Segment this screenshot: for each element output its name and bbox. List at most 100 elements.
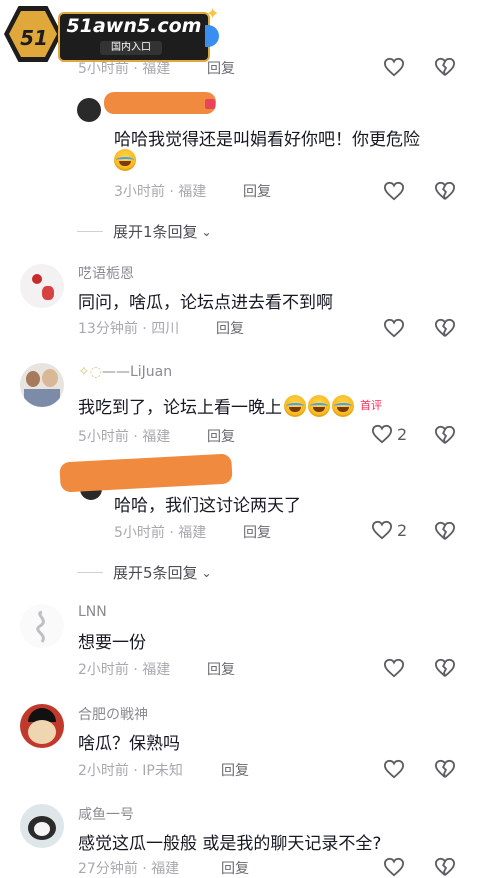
expand-label: 展开5条回复 <box>113 564 198 582</box>
broken-heart-icon <box>434 857 456 876</box>
comment-text: 同问，啥瓜，论坛点进去看不到啊 <box>78 293 333 313</box>
comment-time: 5小时前 <box>78 429 129 445</box>
reply-button[interactable]: 回复 <box>207 426 235 446</box>
heart-icon <box>383 759 405 779</box>
comment-location: IP未知 <box>142 763 183 779</box>
comment-time: 3小时前 <box>114 184 165 200</box>
comment-meta: 5小时前 · 福建 <box>114 525 207 541</box>
dislike-button[interactable] <box>434 318 456 338</box>
redacted-name <box>59 453 233 493</box>
avatar[interactable] <box>20 363 64 407</box>
emoji-laugh-cry <box>284 395 306 417</box>
logo-entry-label: 国内入口 <box>100 41 162 55</box>
comment-time: 27分钟前 <box>78 861 138 877</box>
heart-icon <box>383 318 405 338</box>
chevron-down-icon: ⌄ <box>201 565 212 580</box>
comment-location: 福建 <box>178 525 207 541</box>
first-comment-badge: 首评 <box>360 399 382 412</box>
comment-text: 哈哈，我们这讨论两天了 <box>114 496 301 516</box>
broken-heart-icon <box>434 425 456 444</box>
like-button[interactable] <box>383 57 405 77</box>
divider <box>77 572 103 573</box>
redacted-name <box>104 92 216 114</box>
avatar[interactable] <box>20 604 64 648</box>
heart-icon <box>383 857 405 877</box>
comment-meta: 2小时前 · 福建 <box>78 662 171 678</box>
broken-heart-icon <box>434 759 456 778</box>
dislike-button[interactable] <box>434 181 456 201</box>
comment-text: 哈哈我觉得还是叫娟看好你吧！你更危险 <box>114 130 420 150</box>
expand-replies-button[interactable]: 展开5条回复 ⌄ <box>77 562 212 583</box>
like-button[interactable]: 2 <box>371 520 407 540</box>
comment-text: 想要一份 <box>78 633 146 653</box>
redact-accent <box>205 99 215 109</box>
reply-button[interactable]: 回复 <box>207 659 235 679</box>
commenter-name[interactable]: 咸鱼一号 <box>78 804 134 824</box>
logo-badge-number: 51 <box>20 26 48 50</box>
reply-button[interactable]: 回复 <box>221 858 249 878</box>
like-button[interactable] <box>383 857 405 877</box>
broken-heart-icon <box>434 658 456 677</box>
expand-replies-button[interactable]: 展开1条回复 ⌄ <box>77 221 212 242</box>
like-button[interactable] <box>383 658 405 678</box>
comment-time: 5小时前 <box>78 61 129 77</box>
reply-button[interactable]: 回复 <box>243 522 271 542</box>
like-button[interactable] <box>383 759 405 779</box>
emoji-laugh-cry <box>308 395 330 417</box>
decor-icon: ✧◌ <box>78 364 102 380</box>
reply-button[interactable]: 回复 <box>207 58 235 78</box>
heart-icon <box>383 658 405 678</box>
comment-location: 福建 <box>151 861 180 877</box>
dislike-button[interactable] <box>434 857 456 877</box>
comment-meta: 13分钟前 · 四川 <box>78 321 180 337</box>
dislike-button[interactable] <box>434 759 456 779</box>
comment-text: 我吃到了，论坛上看一晚上 首评 <box>78 393 382 418</box>
dislike-button[interactable] <box>434 57 456 77</box>
emoji-laugh-cry <box>332 395 354 417</box>
commenter-name[interactable]: 呓语栀恩 <box>78 263 134 283</box>
commenter-name[interactable]: ✧◌——LiJuan <box>78 364 172 380</box>
comment-time: 2小时前 <box>78 763 129 779</box>
comment-meta: 2小时前 · IP未知 <box>78 763 183 779</box>
reply-button[interactable]: 回复 <box>221 760 249 780</box>
snake-avatar-icon <box>36 610 45 643</box>
comment-meta: 3小时前 · 福建 <box>114 184 207 200</box>
comment-text: 感觉这瓜一般般 或是我的聊天记录不全? <box>78 834 382 854</box>
comment-time: 13分钟前 <box>78 321 138 337</box>
dislike-button[interactable] <box>434 658 456 678</box>
avatar[interactable] <box>20 704 64 748</box>
broken-heart-icon <box>434 57 456 76</box>
broken-heart-icon <box>434 181 456 200</box>
emoji-laugh-cry <box>112 149 136 171</box>
comment-location: 四川 <box>151 321 180 337</box>
like-count: 2 <box>397 520 408 540</box>
comment-time: 2小时前 <box>78 662 129 678</box>
site-logo[interactable]: 51 51awn5.com 国内入口 ✦ <box>0 0 220 66</box>
heart-icon <box>383 181 405 201</box>
like-button[interactable] <box>383 181 405 201</box>
avatar[interactable] <box>20 264 64 308</box>
comment-location: 福建 <box>178 184 207 200</box>
reply-button[interactable]: 回复 <box>243 181 271 201</box>
like-count: 2 <box>397 424 408 444</box>
avatar[interactable] <box>77 98 101 122</box>
broken-heart-icon <box>434 318 456 337</box>
like-button[interactable]: 2 <box>371 424 407 444</box>
commenter-name[interactable]: 合肥の戦神 <box>78 704 148 724</box>
commenter-name[interactable]: LNN <box>78 604 107 620</box>
comment-meta: 5小时前 · 福建 <box>78 429 171 445</box>
broken-heart-icon <box>434 521 456 540</box>
heart-icon <box>383 57 405 77</box>
logo-site-name: 51awn5.com <box>66 15 202 37</box>
dislike-button[interactable] <box>434 521 456 541</box>
sparkle-icon: ✦ <box>206 4 220 23</box>
heart-icon <box>371 520 393 540</box>
comment-meta: 5小时前 · 福建 <box>78 61 171 77</box>
comment-location: 福建 <box>142 662 171 678</box>
comment-meta: 27分钟前 · 福建 <box>78 861 180 877</box>
divider <box>77 231 103 232</box>
avatar[interactable] <box>20 804 64 848</box>
reply-button[interactable]: 回复 <box>216 318 244 338</box>
like-button[interactable] <box>383 318 405 338</box>
dislike-button[interactable] <box>434 425 456 445</box>
